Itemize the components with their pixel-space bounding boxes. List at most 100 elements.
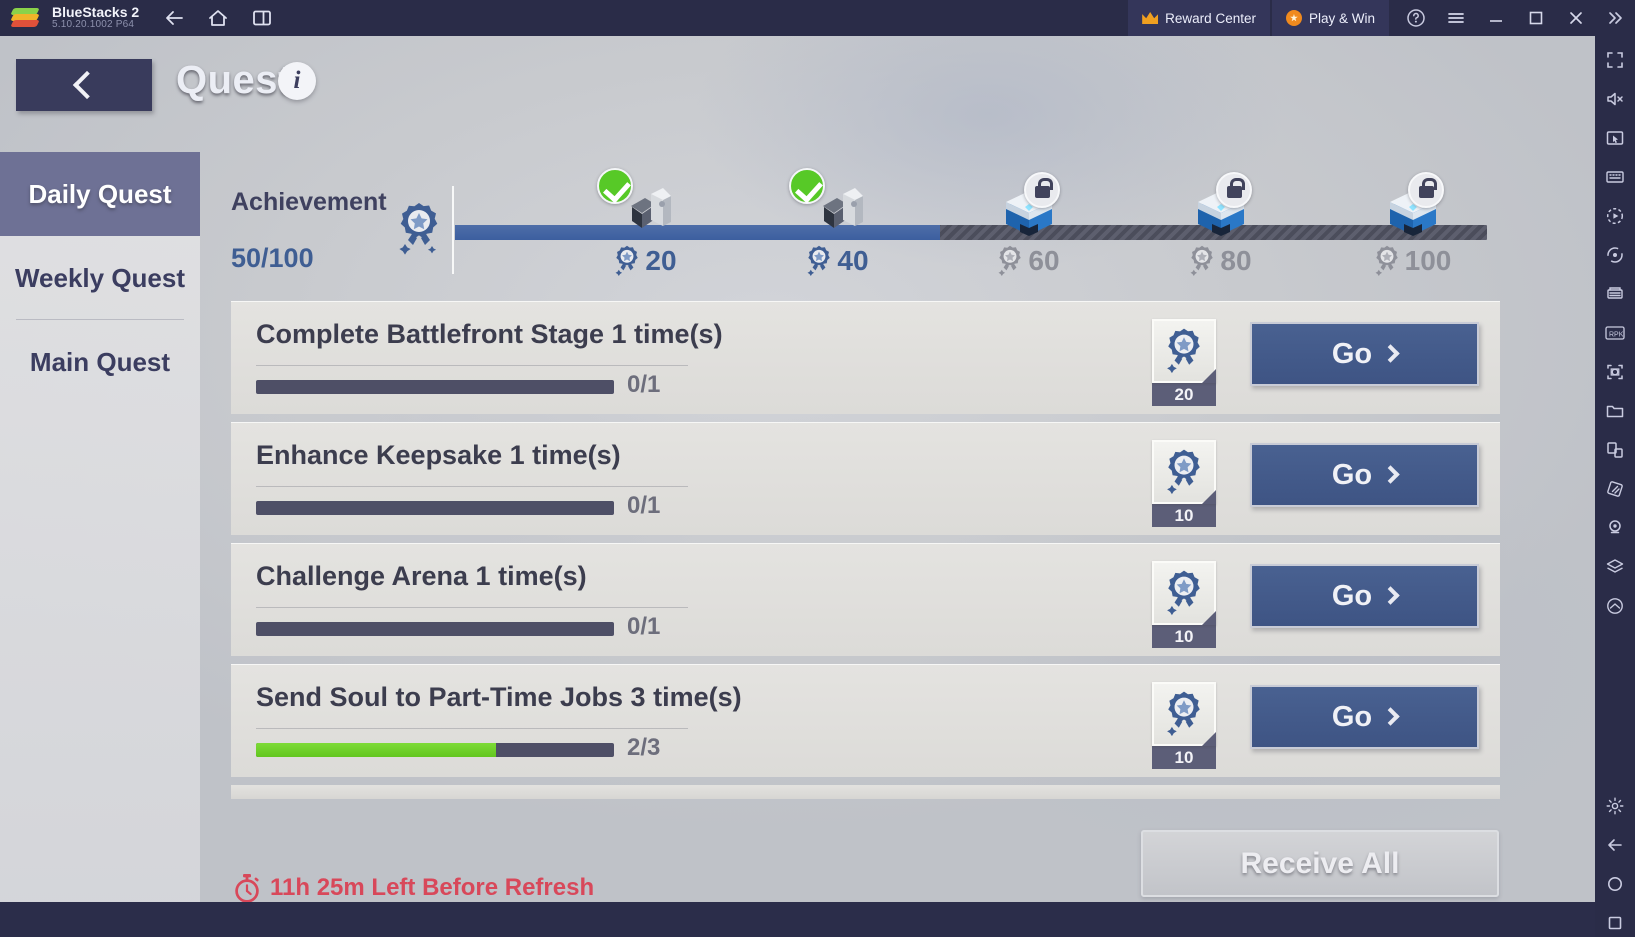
achievement-medal-icon: [998, 245, 1022, 277]
chevron-left-icon: [72, 70, 102, 100]
achievement-divider: [452, 186, 454, 274]
install-apk-icon[interactable]: RPK: [1601, 319, 1629, 347]
app-name: BlueStacks 2: [52, 4, 140, 21]
quest-go-button[interactable]: Go: [1250, 685, 1479, 749]
tab-daily-quest-label: Daily Quest: [28, 178, 172, 209]
reward-icon-box: [1152, 319, 1216, 383]
keyboard-controls-icon[interactable]: [1601, 163, 1629, 191]
fullscreen-icon[interactable]: [1601, 46, 1629, 74]
recents-nav-icon[interactable]: [1601, 909, 1629, 937]
achievement-label: Achievement: [231, 188, 387, 216]
achievement-node-art: [585, 166, 705, 242]
achievement-node-points: 20: [645, 245, 677, 276]
chevron-right-icon: [1381, 706, 1400, 726]
quest-list: Complete Battlefront Stage 1 time(s) 0/1: [231, 301, 1500, 799]
shake-icon[interactable]: [1601, 592, 1629, 620]
receive-all-label: Receive All: [1240, 846, 1400, 880]
quest-reward[interactable]: 10: [1152, 561, 1216, 648]
quest-go-button[interactable]: Go: [1250, 443, 1479, 507]
home-nav-icon[interactable]: [1601, 870, 1629, 898]
home-icon[interactable]: [205, 5, 231, 31]
achievement-node-art: [968, 166, 1088, 242]
close-icon[interactable]: [1557, 0, 1595, 36]
help-icon[interactable]: [1397, 0, 1435, 36]
quest-divider: [256, 607, 688, 608]
maximize-icon[interactable]: [1517, 0, 1555, 36]
location-icon[interactable]: [1601, 514, 1629, 542]
minimize-icon[interactable]: [1477, 0, 1515, 36]
rotate-icon[interactable]: [1601, 241, 1629, 269]
collapse-sidebar-icon[interactable]: [1597, 0, 1635, 36]
quest-progress-text: 2/3: [627, 734, 661, 761]
achievement-node-80[interactable]: 80: [1160, 166, 1280, 278]
achievement-node-label: 40: [777, 244, 897, 278]
svg-text:RPK: RPK: [1609, 331, 1624, 338]
achievement-node-label: 100: [1352, 244, 1472, 278]
quest-go-button[interactable]: Go: [1250, 564, 1479, 628]
bluestacks-titlebar: BlueStacks 2 5.10.20.1002 P64 Reward Cen…: [0, 0, 1635, 36]
quest-go-button[interactable]: Go: [1250, 322, 1479, 386]
achievement-node-100[interactable]: 100: [1352, 166, 1472, 278]
achievement-node-art: [1352, 166, 1472, 242]
tab-daily-quest[interactable]: Daily Quest: [0, 152, 200, 236]
achievement-medal-icon: [1190, 245, 1214, 277]
quest-divider: [256, 365, 688, 366]
back-button[interactable]: [16, 59, 152, 111]
app-identity: BlueStacks 2 5.10.20.1002 P64: [52, 5, 139, 30]
media-folder-icon[interactable]: [1601, 397, 1629, 425]
quest-reward[interactable]: 10: [1152, 682, 1216, 769]
macro-record-icon[interactable]: [1601, 202, 1629, 230]
window-controls: [1397, 0, 1635, 36]
back-arrow-icon[interactable]: [161, 5, 187, 31]
reward-center-button[interactable]: Reward Center: [1128, 0, 1270, 36]
quest-go-label: Go: [1331, 579, 1373, 612]
achievement-value: 50/100: [231, 243, 314, 273]
quest-reward[interactable]: 10: [1152, 440, 1216, 527]
quest-progress-bar: [256, 622, 614, 636]
achievement-medal-icon: [1167, 449, 1200, 495]
achievement-node-points: 80: [1220, 245, 1252, 276]
refresh-timer: 11h 25m Left Before Refresh: [233, 873, 594, 902]
achievement-medal-icon: [1167, 570, 1200, 616]
bluestacks-sidebar: RPK: [1595, 36, 1635, 937]
receive-all-button[interactable]: Receive All: [1141, 830, 1499, 897]
cursor-pointer-icon[interactable]: [1601, 124, 1629, 152]
reward-center-label: Reward Center: [1165, 10, 1256, 26]
reward-quantity: 10: [1152, 746, 1216, 769]
quest-reward[interactable]: 20: [1152, 319, 1216, 406]
achievement-node-art: [1160, 166, 1280, 242]
quest-go-label: Go: [1331, 337, 1373, 370]
screenshot-icon[interactable]: [1601, 358, 1629, 386]
multi-instance-icon[interactable]: [249, 5, 275, 31]
achievement-node-60[interactable]: 60: [968, 166, 1088, 278]
multi-instance-sync-icon[interactable]: [1601, 280, 1629, 308]
achievement-node-20[interactable]: 20: [585, 166, 705, 278]
reward-quantity: 10: [1152, 625, 1216, 648]
tab-main-quest[interactable]: Main Quest: [0, 320, 200, 404]
mute-icon[interactable]: [1601, 85, 1629, 113]
quest-tab-rail: Daily Quest Weekly Quest Main Quest: [0, 152, 200, 902]
play-and-win-button[interactable]: Play & Win: [1271, 0, 1389, 36]
reward-icon-box: [1152, 440, 1216, 504]
settings-icon[interactable]: [1601, 792, 1629, 820]
game-viewport: Quest i Daily Quest Weekly Quest Main Qu…: [0, 36, 1595, 902]
achievement-medal-icon: [807, 245, 831, 277]
menu-icon[interactable]: [1437, 0, 1475, 36]
back-nav-icon[interactable]: [1601, 831, 1629, 859]
lock-icon: [1408, 172, 1444, 208]
layers-icon[interactable]: [1601, 553, 1629, 581]
crown-icon: [1142, 12, 1158, 24]
copy-screen-icon[interactable]: [1601, 436, 1629, 464]
quest-list-footer-strip: [231, 785, 1500, 799]
lock-icon: [1024, 172, 1060, 208]
lock-icon: [1216, 172, 1252, 208]
achievement-node-40[interactable]: 40: [777, 166, 897, 278]
quest-progress-bar: [256, 380, 614, 394]
quest-divider: [256, 728, 688, 729]
info-icon[interactable]: i: [278, 62, 316, 100]
tab-weekly-quest[interactable]: Weekly Quest: [0, 236, 200, 320]
quest-title: Challenge Arena 1 time(s): [256, 561, 587, 591]
play-and-win-label: Play & Win: [1308, 10, 1375, 26]
tilt-icon[interactable]: [1601, 475, 1629, 503]
bluestacks-logo-icon: [10, 6, 44, 30]
